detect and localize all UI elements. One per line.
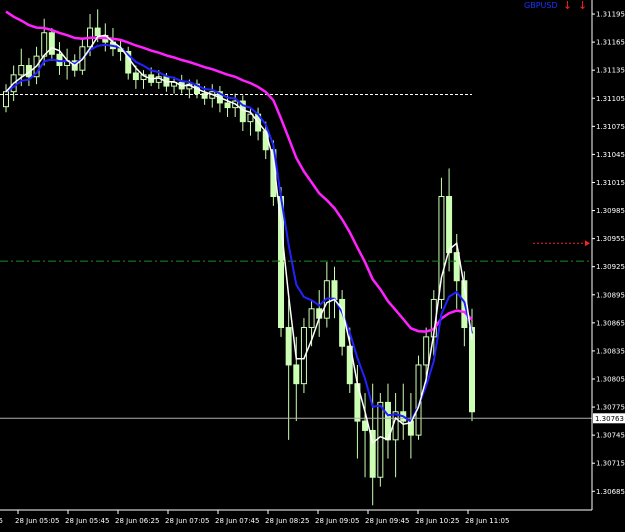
time-tick-label: 28 Jun 08:25 (265, 517, 309, 525)
candle-body (18, 65, 25, 76)
arrow-down-icon: ↓ (578, 0, 587, 12)
candle-body (469, 327, 475, 413)
time-tick-label: 28 Jun 06:25 (115, 517, 159, 525)
price-tick-label: 1.30925 (596, 263, 625, 271)
candle-body (224, 102, 231, 109)
price-tick-label: 1.31195 (596, 11, 625, 19)
candle-body (392, 411, 399, 441)
price-tick-label: 1.31165 (596, 39, 625, 47)
candle (400, 383, 407, 440)
slow-ma-line (5, 10, 473, 333)
candle-body (3, 91, 9, 108)
price-tick-label: 1.30985 (596, 207, 625, 215)
candle (3, 84, 9, 113)
chart-window[interactable]: 1.31195 1.31165 1.31135 1.31105 1.31075 1.310… (0, 0, 625, 532)
candle-body (293, 364, 300, 385)
alert-arrow-icon (585, 240, 590, 247)
candle (415, 355, 422, 440)
price-tick-label: 1.30745 (596, 432, 625, 440)
candle (64, 48, 71, 80)
candle-body (331, 280, 338, 300)
mid-ma-line (5, 43, 473, 424)
candle (384, 383, 391, 459)
price-tick-label: 1.30685 (596, 488, 625, 496)
fast-ma-line (5, 34, 473, 445)
candle (56, 42, 63, 75)
moving-averages-layer (5, 10, 473, 445)
time-tick-label: 28 Jun 07:45 (215, 517, 259, 525)
candle-body (423, 336, 430, 366)
price-tick-label: 1.30715 (596, 460, 625, 468)
arrow-down-icon: ↓ (563, 0, 572, 12)
price-tick-label: 1.31135 (596, 67, 625, 75)
axes-layer: 1.31195 1.31165 1.31135 1.31105 1.31075 1.310… (0, 0, 625, 525)
price-tick-label: 1.30865 (596, 319, 625, 327)
price-tick-label: 1.30805 (596, 375, 625, 383)
candle-body (362, 420, 369, 431)
candle (354, 364, 361, 459)
candle-body (438, 196, 445, 300)
candle-body (308, 308, 315, 329)
candle-body (285, 327, 292, 366)
price-chart[interactable]: 1.31195 1.31165 1.31135 1.31105 1.31075 1.310… (0, 0, 625, 532)
candle (331, 266, 338, 319)
time-tick-label: 28 Jun 05:05 (15, 517, 59, 525)
price-tick-label: 1.30775 (596, 404, 625, 412)
current-price-label: 1.30763 (595, 415, 624, 423)
candle (323, 262, 330, 328)
candle (48, 28, 55, 61)
time-tick-label: 28 Jun 11:05 (465, 517, 509, 525)
candle-body (446, 196, 453, 254)
time-tick-label: 28 Jun 07:05 (165, 517, 209, 525)
top-labels: GBPUSD ↓ ↓ (524, 0, 587, 12)
time-tick-label: 28 Jun 09:05 (315, 517, 359, 525)
price-tick-label: 1.30895 (596, 291, 625, 299)
time-tick-label: 25 (0, 517, 3, 525)
candle (407, 393, 414, 459)
time-tick-label: 28 Jun 05:45 (65, 517, 109, 525)
candle-body (94, 27, 101, 37)
candle (125, 46, 132, 80)
time-tick-label: 28 Jun 09:45 (365, 517, 409, 525)
candle (339, 290, 346, 356)
price-tick-label: 1.31015 (596, 179, 625, 187)
candles-layer (3, 9, 475, 506)
candle-body (132, 72, 139, 81)
time-tick-label: 28 Jun 10:25 (415, 517, 459, 525)
candle (239, 95, 246, 132)
price-tick-label: 1.30835 (596, 347, 625, 355)
candle (392, 393, 399, 478)
candle (216, 86, 223, 113)
price-tick-label: 1.31105 (596, 95, 625, 103)
candle-body (48, 32, 55, 55)
price-tick-label: 1.30955 (596, 235, 625, 243)
price-tick-label: 1.31045 (596, 151, 625, 159)
symbol-label: GBPUSD (524, 1, 558, 10)
price-tick-label: 1.31075 (596, 123, 625, 131)
candle-body (377, 401, 384, 478)
